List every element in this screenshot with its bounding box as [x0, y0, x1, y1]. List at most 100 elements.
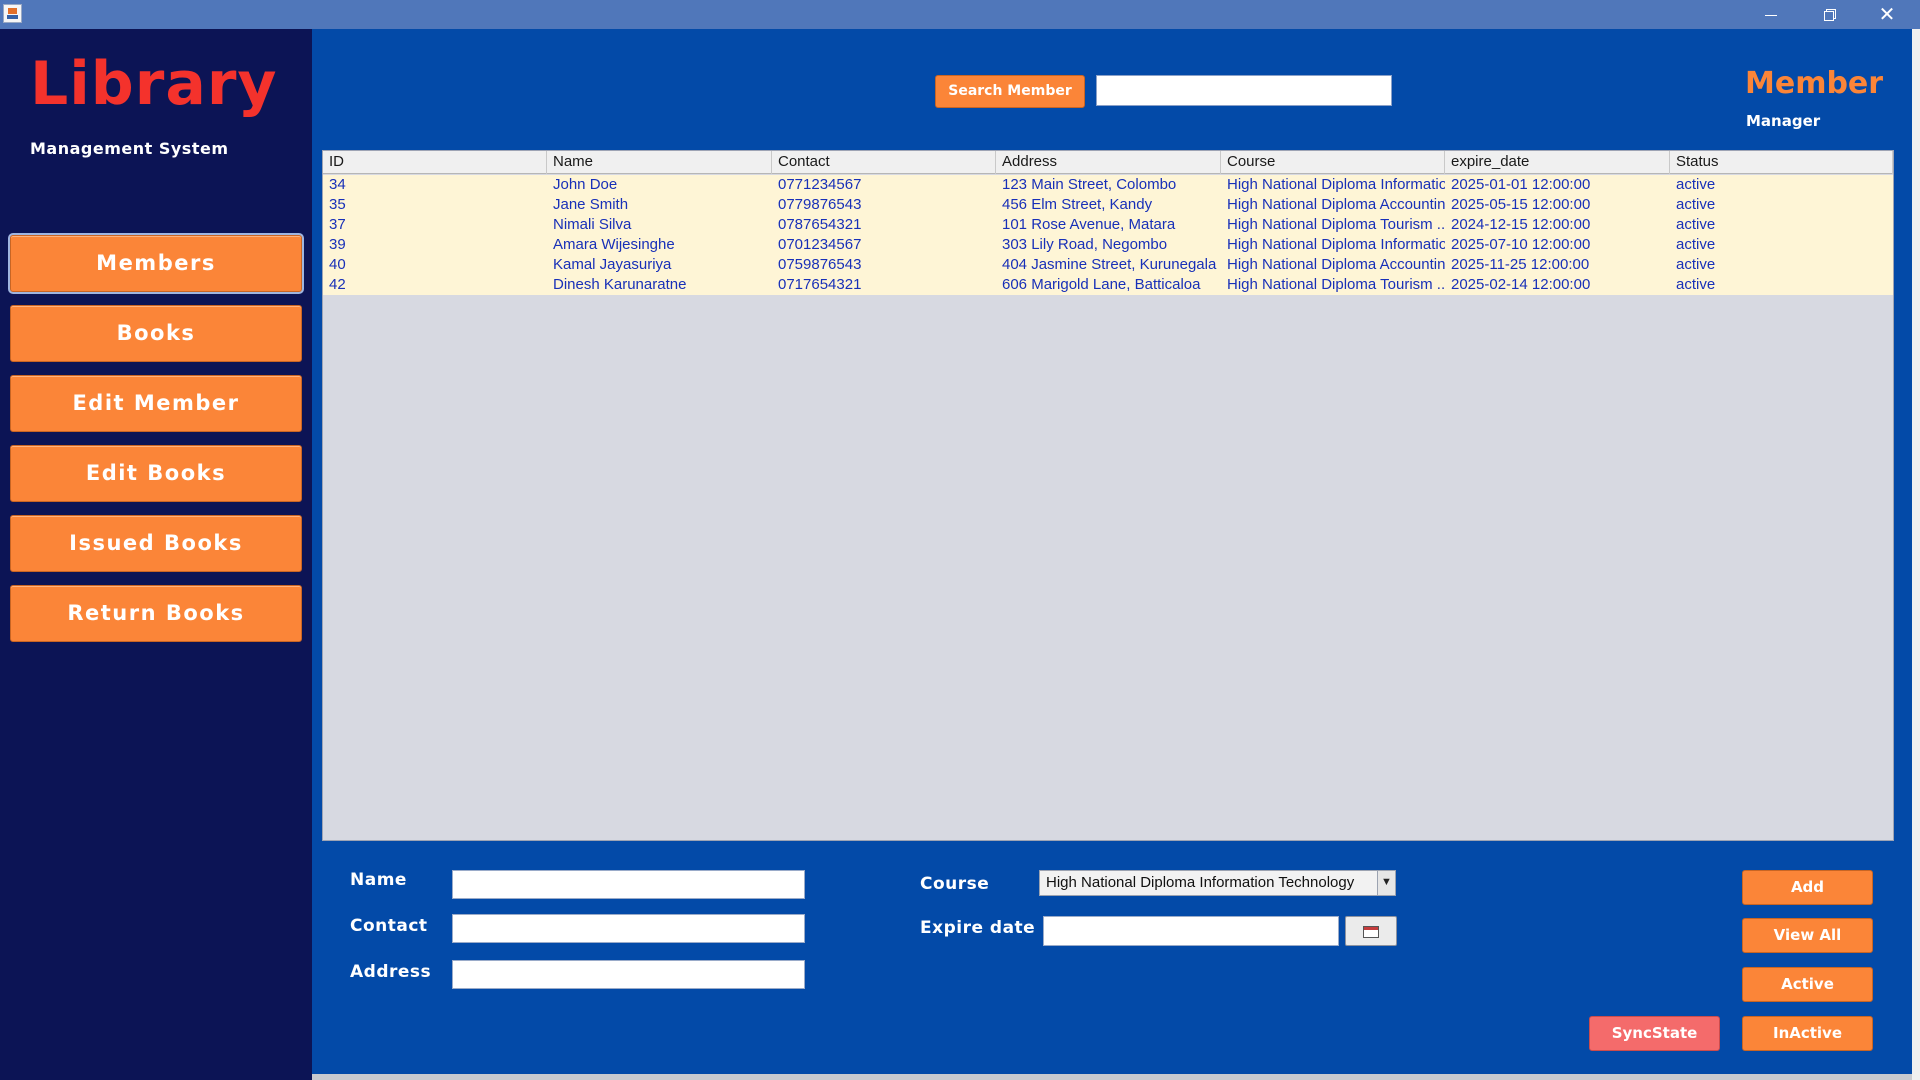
- cell-address: 101 Rose Avenue, Matara: [1002, 216, 1176, 233]
- cell-expire-date: 2025-01-01 12:00:00: [1451, 176, 1591, 193]
- window-edge: [1912, 29, 1920, 1080]
- expire-date-field[interactable]: [1043, 916, 1339, 946]
- cell-name: Amara Wijesinghe: [553, 236, 675, 253]
- column-header-status[interactable]: Status: [1670, 151, 1893, 174]
- cell-status: active: [1676, 256, 1716, 273]
- page-subtitle: Manager: [1746, 112, 1821, 130]
- cell-name: Jane Smith: [553, 196, 629, 213]
- cell-contact: 0787654321: [778, 216, 862, 233]
- sync-state-button[interactable]: SyncState: [1589, 1016, 1720, 1051]
- view-all-button[interactable]: View All: [1742, 918, 1873, 953]
- cell-status: active: [1676, 176, 1716, 193]
- chevron-down-icon[interactable]: ▼: [1377, 871, 1395, 895]
- page-title: Member: [1745, 66, 1884, 101]
- cell-name: Kamal Jayasuriya: [553, 256, 672, 273]
- cell-id: 35: [329, 196, 346, 213]
- cell-status: active: [1676, 276, 1716, 293]
- member-manager-panel: Search Member Member Manager ID Name Con…: [312, 29, 1912, 1074]
- contact-label: Contact: [350, 916, 428, 936]
- cell-id: 39: [329, 236, 346, 253]
- brand-title: Library: [30, 49, 278, 119]
- table-row[interactable]: 40 Kamal Jayasuriya 0759876543 404 Jasmine …: [323, 255, 1893, 275]
- address-field[interactable]: [452, 960, 805, 989]
- name-field[interactable]: [452, 870, 805, 899]
- nav-edit-books-button[interactable]: Edit Books: [10, 445, 302, 502]
- cell-course: High National Diploma Informatio...: [1227, 236, 1445, 253]
- table-row[interactable]: 37 Nimali Silva 0787654321 101 Rose Avenue,…: [323, 215, 1893, 235]
- column-header-id[interactable]: ID: [323, 151, 547, 174]
- cell-expire-date: 2024-12-15 12:00:00: [1451, 216, 1591, 233]
- inactive-button[interactable]: InActive: [1742, 1016, 1873, 1051]
- table-row[interactable]: 42 Dinesh Karunaratne 0717654321 606 Marigo…: [323, 275, 1893, 295]
- java-cup-icon: [3, 4, 22, 23]
- cell-expire-date: 2025-05-15 12:00:00: [1451, 196, 1591, 213]
- minimize-button[interactable]: [1742, 0, 1800, 29]
- cell-expire-date: 2025-11-25 12:00:00: [1451, 256, 1590, 273]
- active-button[interactable]: Active: [1742, 967, 1873, 1002]
- cell-id: 42: [329, 276, 346, 293]
- nav-members-button[interactable]: Members: [10, 235, 302, 292]
- nav-books-button[interactable]: Books: [10, 305, 302, 362]
- cell-expire-date: 2025-02-14 12:00:00: [1451, 276, 1591, 293]
- cell-address: 123 Main Street, Colombo: [1002, 176, 1177, 193]
- window-titlebar: ✕: [0, 0, 1920, 29]
- column-header-expire-date[interactable]: expire_date: [1445, 151, 1670, 174]
- table-body: 34 John Doe 0771234567 123 Main Street, Col…: [323, 175, 1893, 295]
- column-header-address[interactable]: Address: [996, 151, 1221, 174]
- search-member-button[interactable]: Search Member: [935, 75, 1085, 108]
- members-table[interactable]: ID Name Contact Address Course expire_da…: [322, 150, 1894, 841]
- cell-status: active: [1676, 196, 1716, 213]
- maximize-icon: [1824, 10, 1834, 21]
- cell-contact: 0717654321: [778, 276, 862, 293]
- cell-name: Dinesh Karunaratne: [553, 276, 687, 293]
- minimize-icon: [1765, 15, 1777, 16]
- cell-course: High National Diploma Tourism ...: [1227, 276, 1445, 293]
- contact-field[interactable]: [452, 914, 805, 943]
- cell-contact: 0701234567: [778, 236, 862, 253]
- table-row[interactable]: 35 Jane Smith 0779876543 456 Elm Street, Ka…: [323, 195, 1893, 215]
- cell-contact: 0779876543: [778, 196, 862, 213]
- cell-contact: 0771234567: [778, 176, 862, 193]
- cell-course: High National Diploma Accountin...: [1227, 256, 1445, 273]
- expire-date-label: Expire date: [920, 918, 1036, 938]
- cell-address: 606 Marigold Lane, Batticaloa: [1002, 276, 1201, 293]
- calendar-icon: [1363, 926, 1379, 938]
- cell-course: High National Diploma Accountin...: [1227, 196, 1445, 213]
- close-button[interactable]: ✕: [1858, 0, 1916, 29]
- cell-status: active: [1676, 216, 1716, 233]
- cell-course: High National Diploma Tourism ...: [1227, 216, 1445, 233]
- window-bottom-edge: [312, 1074, 1912, 1080]
- course-selected-value: High National Diploma Information Techno…: [1046, 874, 1355, 891]
- column-header-contact[interactable]: Contact: [772, 151, 996, 174]
- column-header-name[interactable]: Name: [547, 151, 772, 174]
- date-picker-button[interactable]: [1345, 916, 1397, 946]
- add-button[interactable]: Add: [1742, 870, 1873, 905]
- nav-issued-books-button[interactable]: Issued Books: [10, 515, 302, 572]
- maximize-button[interactable]: [1800, 0, 1858, 29]
- address-label: Address: [350, 962, 432, 982]
- column-header-course[interactable]: Course: [1221, 151, 1445, 174]
- cell-expire-date: 2025-07-10 12:00:00: [1451, 236, 1591, 253]
- course-label: Course: [920, 874, 990, 894]
- cell-id: 37: [329, 216, 346, 233]
- cell-address: 456 Elm Street, Kandy: [1002, 196, 1153, 213]
- cell-status: active: [1676, 236, 1716, 253]
- cell-course: High National Diploma Informatio...: [1227, 176, 1445, 193]
- cell-contact: 0759876543: [778, 256, 862, 273]
- table-row[interactable]: 34 John Doe 0771234567 123 Main Street, Col…: [323, 175, 1893, 195]
- name-label: Name: [350, 870, 407, 890]
- close-icon: ✕: [1878, 2, 1896, 26]
- sidebar: Library Management System Members Books …: [0, 29, 312, 1080]
- cell-id: 40: [329, 256, 346, 273]
- course-select[interactable]: High National Diploma Information Techno…: [1039, 870, 1396, 896]
- table-header: ID Name Contact Address Course expire_da…: [323, 151, 1893, 174]
- search-input[interactable]: [1096, 75, 1392, 106]
- brand-subtitle: Management System: [30, 139, 229, 158]
- cell-address: 303 Lily Road, Negombo: [1002, 236, 1168, 253]
- nav-return-books-button[interactable]: Return Books: [10, 585, 302, 642]
- cell-name: Nimali Silva: [553, 216, 632, 233]
- cell-id: 34: [329, 176, 346, 193]
- table-row[interactable]: 39 Amara Wijesinghe 0701234567 303 Lily Roa…: [323, 235, 1893, 255]
- cell-name: John Doe: [553, 176, 618, 193]
- nav-edit-member-button[interactable]: Edit Member: [10, 375, 302, 432]
